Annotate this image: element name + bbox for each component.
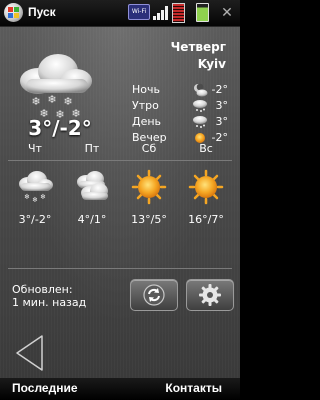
windows-logo-icon[interactable] — [4, 3, 23, 22]
forecast-day-1: Чт ❄ ❄ ❄ 3°/-2° — [10, 142, 60, 226]
wifi-icon[interactable]: Wi-Fi — [128, 4, 150, 20]
weather-panel: ❄ ❄ ❄ ❄ ❄ ❄ 3°/-2° Четверг Kyiv Ночь -2° Утр… — [0, 27, 240, 378]
gear-icon — [199, 284, 221, 306]
forecast-day-label: Чт — [28, 142, 42, 155]
snow-cloud-icon — [193, 100, 207, 112]
period-temp: -2° — [211, 83, 228, 96]
status-bar: Пуск Wi-Fi ✕ — [0, 0, 240, 27]
forecast-day-4: Вс 16°/7° — [181, 142, 231, 226]
close-icon[interactable]: ✕ — [218, 4, 236, 22]
forecast-day-3: Сб 13°/5° — [124, 142, 174, 226]
softkey-contacts[interactable]: Контакты — [165, 381, 222, 395]
today-temperature: 3°/-2° — [28, 116, 92, 140]
forecast-day-label: Пт — [84, 142, 100, 155]
settings-button[interactable] — [186, 279, 234, 311]
battery-icon[interactable] — [196, 3, 209, 22]
refresh-button[interactable] — [130, 279, 178, 311]
forecast-temp: 3°/-2° — [18, 213, 52, 226]
cloudy-icon — [77, 171, 108, 200]
refresh-icon — [143, 284, 165, 306]
forecast-day-label: Вс — [199, 142, 213, 155]
updated-label: Обновлен: — [12, 283, 73, 296]
snow-cloud-icon: ❄ ❄ ❄ ❄ ❄ ❄ — [20, 54, 92, 121]
snow-cloud-icon: ❄ ❄ ❄ — [19, 171, 53, 204]
period-row-day: День 3° — [132, 115, 228, 131]
start-label[interactable]: Пуск — [28, 5, 56, 19]
snow-cloud-icon — [193, 116, 207, 128]
period-label: Ночь — [132, 83, 160, 96]
sun-icon — [131, 169, 167, 205]
back-arrow-icon[interactable] — [12, 333, 46, 373]
period-temp: 3° — [215, 99, 229, 112]
divider — [8, 268, 232, 269]
forecast-day-label: Сб — [141, 142, 157, 155]
period-label: День — [132, 115, 162, 128]
period-row-morning: Утро 3° — [132, 99, 228, 115]
forecast-temp: 13°/5° — [131, 213, 167, 226]
signal-strength-icon[interactable] — [153, 4, 169, 20]
forecast-day-2: Пт 4°/1° — [67, 142, 117, 226]
softkey-bar: Последние Контакты — [0, 378, 240, 400]
forecast-temp: 16°/7° — [188, 213, 224, 226]
period-row-night: Ночь -2° — [132, 83, 228, 99]
city-name: Kyiv — [197, 57, 226, 71]
period-temp: 3° — [215, 115, 229, 128]
day-name: Четверг — [170, 40, 226, 54]
period-label: Утро — [132, 99, 159, 112]
svg-text:❄: ❄ — [32, 196, 38, 204]
forecast-temp: 4°/1° — [77, 213, 107, 226]
volume-icon[interactable] — [172, 3, 185, 23]
updated-value: 1 мин. назад — [12, 296, 87, 309]
softkey-recent[interactable]: Последние — [12, 381, 78, 395]
moon-cloud-icon — [194, 83, 208, 97]
svg-text:❄: ❄ — [47, 93, 56, 106]
sun-icon — [188, 169, 224, 205]
svg-text:❄: ❄ — [40, 193, 46, 201]
svg-text:❄: ❄ — [24, 193, 30, 201]
